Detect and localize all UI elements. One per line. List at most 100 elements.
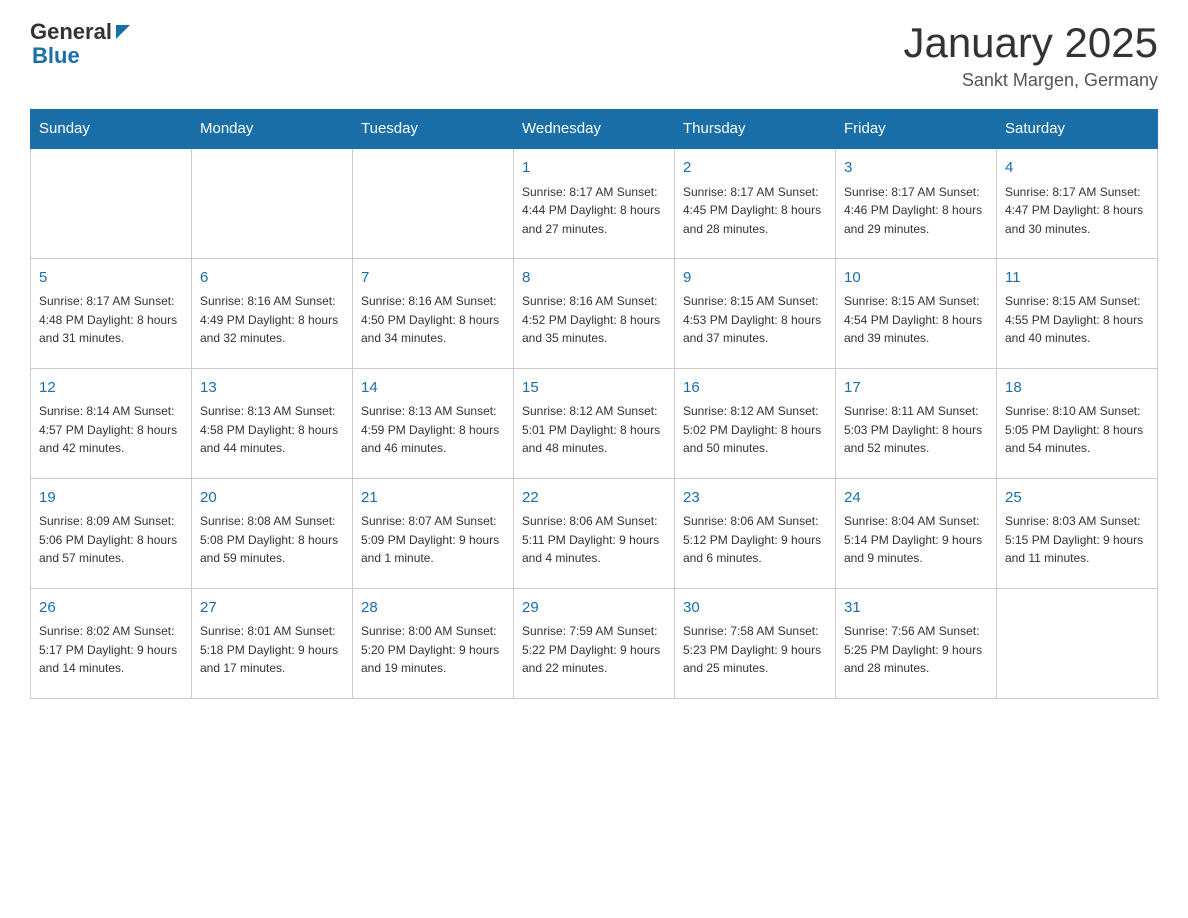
day-info: Sunrise: 8:16 AM Sunset: 4:50 PM Dayligh…	[361, 292, 505, 348]
table-row: 4 Sunrise: 8:17 AM Sunset: 4:47 PM Daylig…	[997, 148, 1158, 258]
table-row: 23Sunrise: 8:06 AM Sunset: 5:12 PM Dayli…	[675, 478, 836, 588]
day-info: Sunrise: 8:13 AM Sunset: 4:59 PM Dayligh…	[361, 402, 505, 458]
table-row: 22Sunrise: 8:06 AM Sunset: 5:11 PM Dayli…	[514, 478, 675, 588]
day-number: 12	[39, 377, 183, 400]
col-wednesday: Wednesday	[514, 110, 675, 149]
table-row	[31, 148, 192, 258]
day-info: Sunrise: 8:15 AM Sunset: 4:55 PM Dayligh…	[1005, 292, 1149, 348]
day-info: Sunrise: 8:14 AM Sunset: 4:57 PM Dayligh…	[39, 402, 183, 458]
day-info: Sunrise: 8:17 AM Sunset: 4:44 PM Dayligh…	[522, 183, 666, 239]
day-number: 23	[683, 487, 827, 510]
day-info: Sunrise: 8:17 AM Sunset: 4:47 PM Dayligh…	[1005, 183, 1149, 239]
day-number: 10	[844, 267, 988, 290]
logo-general: General	[30, 20, 112, 44]
day-number: 28	[361, 597, 505, 620]
table-row: 17Sunrise: 8:11 AM Sunset: 5:03 PM Dayli…	[836, 368, 997, 478]
calendar-title: January 2025	[903, 20, 1158, 66]
day-info: Sunrise: 7:58 AM Sunset: 5:23 PM Dayligh…	[683, 622, 827, 678]
table-row: 9Sunrise: 8:15 AM Sunset: 4:53 PM Daylig…	[675, 258, 836, 368]
table-row: 24Sunrise: 8:04 AM Sunset: 5:14 PM Dayli…	[836, 478, 997, 588]
day-info: Sunrise: 8:12 AM Sunset: 5:02 PM Dayligh…	[683, 402, 827, 458]
table-row: 11Sunrise: 8:15 AM Sunset: 4:55 PM Dayli…	[997, 258, 1158, 368]
table-row: 7Sunrise: 8:16 AM Sunset: 4:50 PM Daylig…	[353, 258, 514, 368]
title-section: January 2025 Sankt Margen, Germany	[903, 20, 1158, 91]
table-row: 2Sunrise: 8:17 AM Sunset: 4:45 PM Daylig…	[675, 148, 836, 258]
day-number: 25	[1005, 487, 1149, 510]
day-info: Sunrise: 8:06 AM Sunset: 5:11 PM Dayligh…	[522, 512, 666, 568]
table-row: 21Sunrise: 8:07 AM Sunset: 5:09 PM Dayli…	[353, 478, 514, 588]
col-saturday: Saturday	[997, 110, 1158, 149]
col-monday: Monday	[192, 110, 353, 149]
calendar-week-row: 26Sunrise: 8:02 AM Sunset: 5:17 PM Dayli…	[31, 588, 1158, 698]
col-thursday: Thursday	[675, 110, 836, 149]
calendar-header-row: Sunday Monday Tuesday Wednesday Thursday…	[31, 110, 1158, 149]
calendar-week-row: 12Sunrise: 8:14 AM Sunset: 4:57 PM Dayli…	[31, 368, 1158, 478]
day-number: 31	[844, 597, 988, 620]
day-info: Sunrise: 8:06 AM Sunset: 5:12 PM Dayligh…	[683, 512, 827, 568]
calendar-week-row: 5Sunrise: 8:17 AM Sunset: 4:48 PM Daylig…	[31, 258, 1158, 368]
day-info: Sunrise: 8:11 AM Sunset: 5:03 PM Dayligh…	[844, 402, 988, 458]
calendar-week-row: 1 Sunrise: 8:17 AM Sunset: 4:44 PM Daylig…	[31, 148, 1158, 258]
day-number: 15	[522, 377, 666, 400]
day-number: 20	[200, 487, 344, 510]
day-info: Sunrise: 8:16 AM Sunset: 4:52 PM Dayligh…	[522, 292, 666, 348]
table-row: 25Sunrise: 8:03 AM Sunset: 5:15 PM Dayli…	[997, 478, 1158, 588]
day-info: Sunrise: 8:04 AM Sunset: 5:14 PM Dayligh…	[844, 512, 988, 568]
day-number: 4	[1005, 157, 1149, 180]
table-row: 3 Sunrise: 8:17 AM Sunset: 4:46 PM Daylig…	[836, 148, 997, 258]
day-number: 14	[361, 377, 505, 400]
day-info: Sunrise: 8:07 AM Sunset: 5:09 PM Dayligh…	[361, 512, 505, 568]
table-row: 29Sunrise: 7:59 AM Sunset: 5:22 PM Dayli…	[514, 588, 675, 698]
day-number: 6	[200, 267, 344, 290]
day-number: 30	[683, 597, 827, 620]
day-info: Sunrise: 8:08 AM Sunset: 5:08 PM Dayligh…	[200, 512, 344, 568]
table-row: 8Sunrise: 8:16 AM Sunset: 4:52 PM Daylig…	[514, 258, 675, 368]
day-info: Sunrise: 8:03 AM Sunset: 5:15 PM Dayligh…	[1005, 512, 1149, 568]
col-friday: Friday	[836, 110, 997, 149]
day-info: Sunrise: 8:13 AM Sunset: 4:58 PM Dayligh…	[200, 402, 344, 458]
table-row: 5Sunrise: 8:17 AM Sunset: 4:48 PM Daylig…	[31, 258, 192, 368]
day-info: Sunrise: 8:16 AM Sunset: 4:49 PM Dayligh…	[200, 292, 344, 348]
table-row: 27Sunrise: 8:01 AM Sunset: 5:18 PM Dayli…	[192, 588, 353, 698]
table-row: 30Sunrise: 7:58 AM Sunset: 5:23 PM Dayli…	[675, 588, 836, 698]
calendar-week-row: 19Sunrise: 8:09 AM Sunset: 5:06 PM Dayli…	[31, 478, 1158, 588]
day-number: 22	[522, 487, 666, 510]
day-number: 21	[361, 487, 505, 510]
day-number: 13	[200, 377, 344, 400]
calendar-subtitle: Sankt Margen, Germany	[903, 70, 1158, 91]
day-number: 26	[39, 597, 183, 620]
day-info: Sunrise: 8:12 AM Sunset: 5:01 PM Dayligh…	[522, 402, 666, 458]
table-row: 14Sunrise: 8:13 AM Sunset: 4:59 PM Dayli…	[353, 368, 514, 478]
logo-triangle-icon	[112, 23, 130, 41]
day-number: 5	[39, 267, 183, 290]
table-row: 15Sunrise: 8:12 AM Sunset: 5:01 PM Dayli…	[514, 368, 675, 478]
day-number: 9	[683, 267, 827, 290]
col-tuesday: Tuesday	[353, 110, 514, 149]
logo: General Blue	[30, 20, 130, 68]
table-row: 12Sunrise: 8:14 AM Sunset: 4:57 PM Dayli…	[31, 368, 192, 478]
day-number: 18	[1005, 377, 1149, 400]
table-row: 26Sunrise: 8:02 AM Sunset: 5:17 PM Dayli…	[31, 588, 192, 698]
day-info: Sunrise: 7:56 AM Sunset: 5:25 PM Dayligh…	[844, 622, 988, 678]
table-row	[353, 148, 514, 258]
table-row: 19Sunrise: 8:09 AM Sunset: 5:06 PM Dayli…	[31, 478, 192, 588]
day-number: 1	[522, 157, 666, 180]
day-number: 2	[683, 157, 827, 180]
day-number: 16	[683, 377, 827, 400]
table-row: 6Sunrise: 8:16 AM Sunset: 4:49 PM Daylig…	[192, 258, 353, 368]
day-number: 29	[522, 597, 666, 620]
day-number: 8	[522, 267, 666, 290]
day-info: Sunrise: 8:09 AM Sunset: 5:06 PM Dayligh…	[39, 512, 183, 568]
day-number: 3	[844, 157, 988, 180]
day-info: Sunrise: 8:15 AM Sunset: 4:53 PM Dayligh…	[683, 292, 827, 348]
day-info: Sunrise: 8:01 AM Sunset: 5:18 PM Dayligh…	[200, 622, 344, 678]
day-number: 17	[844, 377, 988, 400]
table-row: 1 Sunrise: 8:17 AM Sunset: 4:44 PM Daylig…	[514, 148, 675, 258]
table-row	[997, 588, 1158, 698]
day-number: 24	[844, 487, 988, 510]
day-info: Sunrise: 8:17 AM Sunset: 4:46 PM Dayligh…	[844, 183, 988, 239]
day-info: Sunrise: 8:02 AM Sunset: 5:17 PM Dayligh…	[39, 622, 183, 678]
day-number: 27	[200, 597, 344, 620]
day-info: Sunrise: 8:10 AM Sunset: 5:05 PM Dayligh…	[1005, 402, 1149, 458]
day-info: Sunrise: 8:17 AM Sunset: 4:48 PM Dayligh…	[39, 292, 183, 348]
